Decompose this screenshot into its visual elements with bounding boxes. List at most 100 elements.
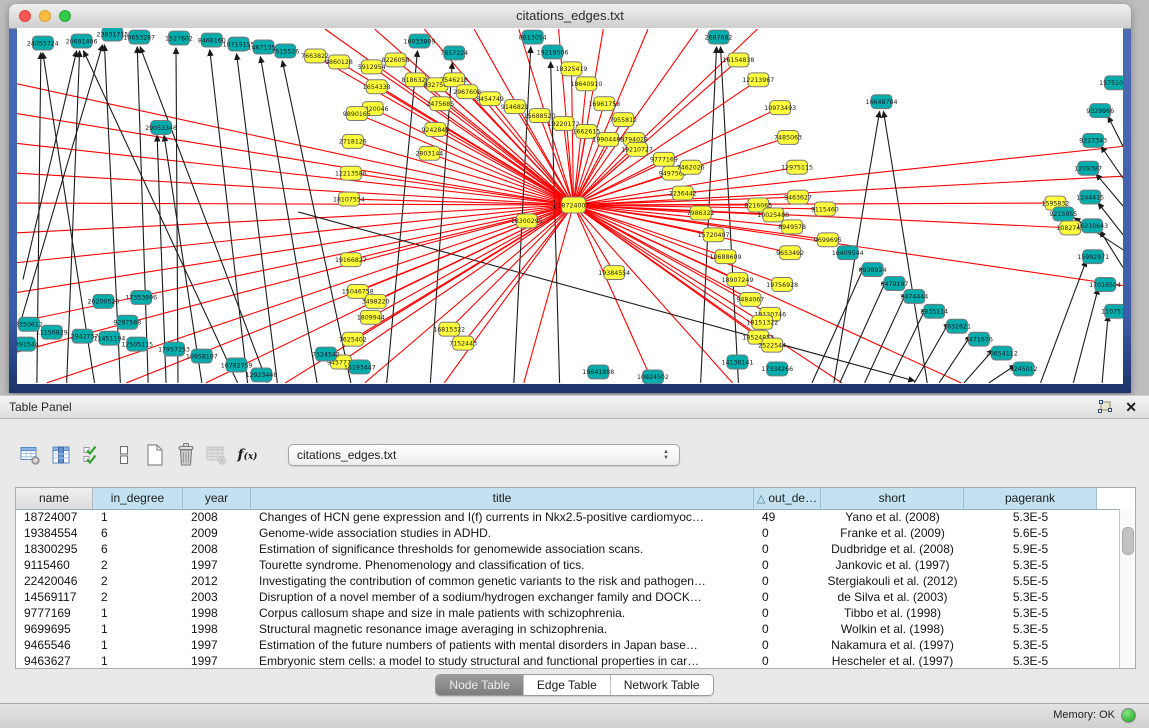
graph-node[interactable]: 16154838 [723,53,755,67]
graph-node[interactable]: 16648784 [866,95,898,109]
graph-node[interactable]: 19641888 [582,365,614,379]
graph-node[interactable]: 9890165 [343,107,371,121]
graph-node[interactable]: 2522544 [758,338,786,352]
edge[interactable] [721,47,739,383]
graph-node[interactable]: 18300295 [511,214,543,228]
graph-node[interactable]: 9860128 [325,55,353,69]
graph-node[interactable]: 7462026 [677,160,705,174]
graph-node[interactable]: 10688609 [710,250,742,264]
graph-node[interactable]: 9391544 [17,337,39,351]
selected-edge[interactable] [353,205,574,339]
column-header-out_degree[interactable]: △out_de… [754,488,821,509]
graph-node[interactable]: 18724007 [558,197,590,213]
edge[interactable] [939,335,971,383]
table-row[interactable]: 911546021997Tourette syndrome. Phenomeno… [16,557,1120,573]
graph-node[interactable]: 8186328 [402,73,430,87]
selected-edge[interactable] [377,87,574,205]
graph-node[interactable]: 2935114 [920,304,948,318]
clear-selection-icon[interactable] [111,441,136,469]
graph-node[interactable]: 7663822 [301,49,329,63]
tab-edge-table[interactable]: Edge Table [523,675,610,695]
graph-node[interactable]: 9297588 [113,315,141,329]
graph-node[interactable]: 8350612 [17,317,43,331]
edge[interactable] [551,62,560,383]
graph-node[interactable]: 7485063 [774,130,802,144]
float-panel-icon[interactable] [1097,400,1112,414]
graph-node[interactable]: 9699695 [814,233,842,247]
column-header-pagerank[interactable]: pagerank [964,488,1097,509]
graph-node[interactable]: 1809944 [357,310,385,324]
selected-edge[interactable] [17,143,573,205]
column-header-in_degree[interactable]: in_degree [93,488,183,509]
selected-edge[interactable] [449,205,573,329]
selected-edge[interactable] [17,173,573,205]
edge[interactable] [884,112,928,383]
graph-node[interactable]: 7515526 [271,44,299,58]
graph-node[interactable]: 10653287 [123,30,155,44]
graph-node[interactable]: 8466160 [198,33,226,47]
tab-network-table[interactable]: Network Table [610,675,713,695]
edge[interactable] [237,54,278,383]
table-row[interactable]: 2242004622012Investigating the contribut… [16,573,1120,589]
graph-node[interactable]: 8938924 [859,263,887,277]
graph-node[interactable]: 11451194 [94,331,126,345]
show-column-icon[interactable] [49,441,74,469]
graph-node[interactable]: 2803144 [415,146,443,160]
graph-node[interactable]: 17353996 [125,290,157,304]
graph-node[interactable]: 7625402 [339,332,367,346]
graph-node[interactable]: 7955812 [609,113,637,127]
edge[interactable] [989,365,1016,383]
selected-edge[interactable] [17,205,573,352]
graph-node[interactable]: 16782759 [221,358,253,372]
graph-node[interactable]: 18640910 [570,77,602,91]
graph-node[interactable]: 7632621 [943,319,971,333]
graph-node[interactable]: 8454749 [476,92,504,106]
graph-node[interactable]: 11156829 [36,325,68,339]
edge[interactable] [1108,117,1123,147]
graph-node[interactable]: 7857224 [440,46,468,60]
graph-node[interactable]: 1082745 [1056,221,1084,235]
network-window[interactable]: citations_edges.txt 24055724206914062383… [9,4,1131,393]
table-settings-icon[interactable] [18,441,43,469]
graph-node[interactable]: 1654338 [363,80,391,94]
graph-node[interactable]: 10719155 [223,37,255,51]
network-view[interactable]: 2405572420691406238317151065328715276028… [17,28,1123,384]
edge[interactable] [23,51,77,280]
graph-node[interactable]: 1527602 [165,31,193,45]
graph-node[interactable]: 12923448 [246,368,278,382]
table-scrollbar[interactable] [1119,509,1135,668]
table-row[interactable]: 969969511998Structural magnetic resonanc… [16,621,1120,637]
edge[interactable] [964,349,994,383]
graph-node[interactable]: 9463627 [784,190,812,204]
function-builder-icon[interactable]: f(x) [235,441,260,469]
graph-node[interactable]: 1244415 [1076,190,1104,204]
edge[interactable] [1100,231,1123,268]
graph-node[interactable]: 18325419 [556,62,588,76]
graph-node[interactable]: 12213967 [742,73,774,87]
graph-node[interactable]: 15720407 [698,228,730,242]
graph-node[interactable]: 9245012 [1010,362,1038,376]
selected-edge[interactable] [573,205,614,273]
edge[interactable] [1073,288,1098,382]
graph-node[interactable]: 7524542 [312,347,340,361]
graph-node[interactable]: 6479197 [881,277,909,291]
graph-node[interactable]: 15688520 [524,109,556,123]
graph-node[interactable]: 9227343 [1079,133,1107,147]
select-all-icon[interactable] [80,441,105,469]
edge[interactable] [1101,146,1123,178]
edge[interactable] [1102,315,1108,383]
graph-node[interactable]: 12213586 [335,166,367,180]
graph-node[interactable]: 8471676 [965,332,993,346]
graph-node[interactable]: 9242848 [421,123,449,137]
graph-node[interactable]: 16409544 [832,246,864,260]
table-panel-header[interactable]: Table Panel ✕ [0,395,1149,419]
graph-node[interactable]: 9653492 [776,246,804,260]
selected-edge[interactable] [17,205,573,292]
graph-node[interactable]: 10924502 [637,370,669,384]
graph-node[interactable]: 14136141 [722,355,754,369]
column-header-year[interactable]: year [183,488,251,509]
graph-node[interactable]: 17334266 [761,362,793,376]
table-selector[interactable]: citations_edges.txt ▲▼ [288,444,680,466]
column-header-title[interactable]: title [251,488,754,509]
selected-edge[interactable] [353,141,574,205]
